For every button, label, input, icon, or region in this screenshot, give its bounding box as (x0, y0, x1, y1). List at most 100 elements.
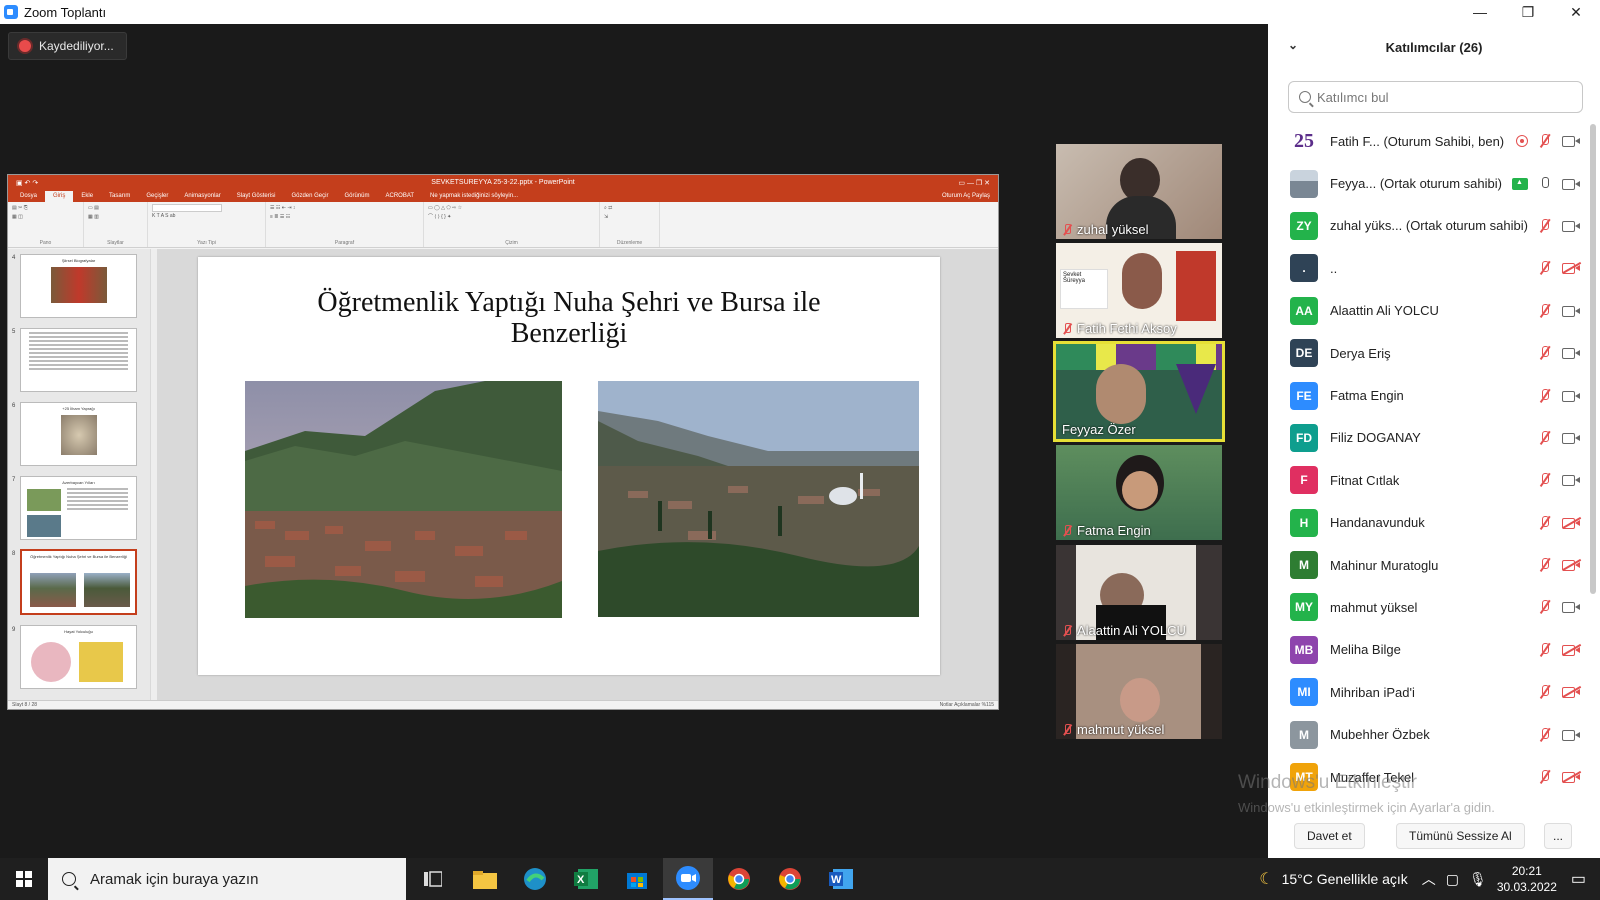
video-camera-icon[interactable] (1562, 601, 1580, 614)
notification-icon[interactable]: ▭ (1571, 869, 1586, 889)
minimize-button[interactable]: — (1456, 0, 1504, 24)
video-camera-icon[interactable] (1562, 729, 1580, 741)
ppt-tab-active: Giriş (45, 191, 74, 202)
participant-name: Handanavunduk (1330, 515, 1425, 531)
muted-microphone-icon[interactable] (1538, 260, 1552, 276)
muted-microphone-icon[interactable] (1538, 557, 1552, 573)
participant-row[interactable]: AA Alaattin Ali YOLCU (1268, 290, 1588, 332)
participant-row[interactable]: 25 Fatih F... (Oturum Sahibi, ben) (1268, 120, 1588, 162)
participant-name: Mubehher Özbek (1330, 727, 1430, 743)
participant-name: Alaattin Ali YOLCU (1330, 303, 1439, 319)
video-off-icon[interactable] (1562, 643, 1581, 656)
muted-microphone-icon[interactable] (1538, 769, 1552, 785)
video-tile[interactable]: Fatma Engin (1056, 445, 1222, 540)
weather-icon[interactable]: ☾ (1259, 869, 1273, 889)
start-button[interactable] (0, 858, 48, 900)
participants-footer: Davet et Tümünü Sessize Al ... (1268, 814, 1600, 858)
video-camera-icon[interactable] (1562, 347, 1580, 360)
microphone-icon[interactable] (1538, 176, 1552, 192)
video-camera-icon[interactable] (1562, 135, 1580, 148)
video-camera-icon[interactable] (1562, 178, 1580, 190)
muted-microphone-icon[interactable] (1538, 388, 1552, 404)
participant-row[interactable]: M Mubehher Özbek (1268, 713, 1588, 755)
task-view-icon[interactable] (408, 858, 458, 900)
muted-microphone-icon[interactable] (1538, 303, 1552, 319)
muted-microphone-icon[interactable] (1538, 684, 1552, 700)
muted-mic-icon (1062, 524, 1072, 537)
mute-all-button[interactable]: Tümünü Sessize Al (1396, 823, 1525, 849)
word-icon[interactable]: W (816, 858, 866, 900)
video-tile-active-speaker[interactable]: Feyyaz Özer (1053, 341, 1225, 442)
recording-indicator[interactable]: Kaydediliyor... (8, 32, 127, 60)
participant-list: 25 Fatih F... (Oturum Sahibi, ben) Feyya..… (1268, 120, 1588, 814)
participant-row[interactable]: ZY zuhal yüks... (Ortak oturum sahibi) (1268, 205, 1588, 247)
participant-row[interactable]: F Fitnat Cıtlak (1268, 459, 1588, 501)
taskbar-search-box[interactable]: Aramak için buraya yazın (48, 858, 406, 900)
participant-avatar: M (1290, 551, 1318, 580)
edge-browser-icon[interactable] (510, 858, 560, 900)
video-tile[interactable]: Alaattin Ali YOLCU (1056, 545, 1222, 640)
video-tile[interactable]: zuhal yüksel (1056, 144, 1222, 239)
participant-search[interactable] (1288, 81, 1583, 113)
ppt-tab: Dosya (20, 193, 38, 199)
ppt-ribbon: ▤ ✂ ⎘ ▦ ◫ Pano ▭ ▤ ▦ ▥ Slaytlar K T A S ab… (8, 202, 998, 248)
participant-row[interactable]: ... (1268, 247, 1588, 289)
microsoft-store-icon[interactable] (612, 858, 662, 900)
close-button[interactable]: ✕ (1552, 0, 1600, 24)
window-title: Zoom Toplantı (24, 4, 107, 20)
participant-avatar: FD (1290, 423, 1318, 452)
muted-microphone-icon[interactable] (1538, 218, 1552, 234)
slide-title: Öğretmenlik Yaptığı Nuha Şehri ve Bursa … (317, 287, 821, 349)
file-explorer-icon[interactable] (460, 858, 510, 900)
weather-text[interactable]: 15°C Genellikle açık (1282, 871, 1408, 887)
video-camera-icon[interactable] (1562, 390, 1580, 402)
participant-row[interactable]: MT Muzaffer Tekel (1268, 756, 1588, 798)
muted-microphone-icon[interactable] (1538, 599, 1552, 615)
participant-row[interactable]: H Handanavunduk (1268, 502, 1588, 544)
participant-row[interactable]: FE Fatma Engin (1268, 374, 1588, 416)
more-options-button[interactable]: ... (1544, 823, 1573, 849)
video-camera-icon[interactable] (1562, 220, 1580, 232)
muted-microphone-icon[interactable] (1538, 472, 1552, 488)
video-off-icon[interactable] (1562, 558, 1581, 572)
ppt-signin-share: Oturum Aç Paylaş (941, 193, 990, 199)
muted-microphone-icon[interactable] (1538, 345, 1552, 361)
search-icon (62, 872, 76, 886)
video-camera-icon[interactable] (1562, 432, 1580, 444)
muted-microphone-icon[interactable] (1538, 727, 1552, 743)
collapse-chevron-icon[interactable]: ⌄ (1288, 38, 1298, 52)
muted-mic-icon (1062, 624, 1072, 637)
participant-row[interactable]: Feyya... (Ortak oturum sahibi) (1268, 162, 1588, 204)
muted-microphone-icon[interactable] (1538, 515, 1552, 531)
muted-microphone-icon[interactable] (1538, 430, 1552, 446)
participant-row[interactable]: FD Filiz DOGANAY (1268, 417, 1588, 459)
network-icon[interactable]: ▢ (1446, 871, 1459, 888)
chrome-icon[interactable] (765, 858, 815, 900)
invite-button[interactable]: Davet et (1294, 823, 1365, 849)
participant-row[interactable]: MB Meliha Bilge (1268, 629, 1588, 671)
video-tile[interactable]: Şevket Süreyya Fatih Fethi Aksoy (1056, 243, 1222, 338)
participant-row[interactable]: M Mahinur Muratoglu (1268, 544, 1588, 586)
volume-icon[interactable]: 🎙 (1469, 871, 1487, 888)
video-off-icon[interactable] (1562, 516, 1581, 529)
zoom-taskbar-icon[interactable] (663, 858, 713, 900)
excel-icon[interactable]: X (561, 858, 611, 900)
participant-search-input[interactable] (1317, 89, 1567, 105)
video-camera-icon[interactable] (1562, 305, 1580, 317)
video-off-icon[interactable] (1562, 262, 1581, 275)
muted-microphone-icon[interactable] (1538, 642, 1552, 658)
restore-button[interactable]: ❐ (1504, 0, 1552, 24)
video-tile-name: Fatih Fethi Aksoy (1062, 321, 1177, 336)
chrome-profile-icon[interactable] (714, 858, 764, 900)
participant-row[interactable]: MY mahmut yüksel (1268, 586, 1588, 628)
clock[interactable]: 20:21 30.03.2022 (1497, 863, 1557, 895)
video-off-icon[interactable] (1562, 686, 1581, 699)
muted-microphone-icon[interactable] (1538, 133, 1552, 149)
tray-chevron-icon[interactable]: ︿ (1422, 869, 1436, 889)
participant-list-scrollbar[interactable] (1590, 124, 1596, 594)
participant-row[interactable]: DE Derya Eriş (1268, 332, 1588, 374)
participant-row[interactable]: MI Mihriban iPad'i (1268, 671, 1588, 713)
video-off-icon[interactable] (1562, 770, 1581, 784)
video-camera-icon[interactable] (1562, 474, 1580, 487)
video-tile[interactable]: mahmut yüksel (1056, 644, 1222, 739)
